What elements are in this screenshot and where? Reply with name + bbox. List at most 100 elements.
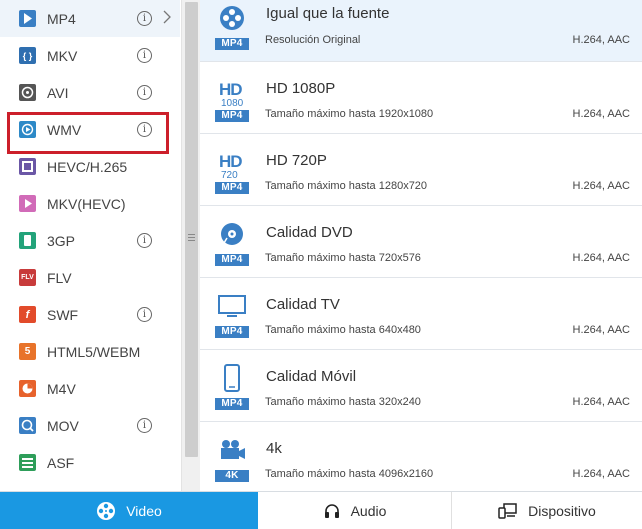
preset-resolution: Tamaño máximo hasta 720x576 — [265, 252, 421, 264]
format-item-avi[interactable]: AVI i — [0, 74, 180, 111]
preset-codec: H.264, AAC — [572, 108, 630, 120]
format-label: AVI — [47, 84, 69, 101]
info-icon[interactable]: i — [137, 122, 152, 137]
preset-codec: H.264, AAC — [572, 252, 630, 264]
format-badge: MP4 — [215, 398, 249, 410]
scrollbar-grip-icon — [188, 234, 195, 241]
hd-text: HD — [219, 152, 243, 171]
preset-item[interactable]: MP4 Calidad Móvil Tamaño máximo hasta 320x… — [200, 350, 642, 422]
format-badge: MP4 — [215, 182, 249, 194]
format-item-3gp[interactable]: 3GP i — [0, 222, 180, 259]
preset-title: Calidad DVD — [266, 224, 353, 241]
wmv-icon — [19, 121, 36, 138]
preset-list: MP4 Igual que la fuente Resolución Origina… — [200, 0, 642, 491]
info-icon[interactable]: i — [137, 418, 152, 433]
mov-icon — [19, 417, 36, 434]
preset-resolution: Tamaño máximo hasta 1920x1080 — [265, 108, 434, 120]
flv-icon: FLV — [19, 269, 36, 286]
preset-codec: H.264, AAC — [572, 34, 630, 46]
tab-video-label: Video — [126, 503, 162, 519]
format-label: ASF — [47, 454, 75, 471]
format-item-asf[interactable]: ASF — [0, 444, 180, 481]
preset-item[interactable]: MP4 Igual que la fuente Resolución Origina… — [200, 0, 642, 62]
mp4-icon — [19, 10, 36, 27]
preset-codec: H.264, AAC — [572, 396, 630, 408]
format-item-mp4[interactable]: MP4 i — [0, 0, 180, 37]
preset-resolution: Tamaño máximo hasta 640x480 — [265, 324, 421, 336]
m4v-icon — [19, 380, 36, 397]
preset-title: Igual que la fuente — [266, 5, 390, 22]
format-item-swf[interactable]: f SWF i — [0, 296, 180, 333]
hevc-icon — [19, 158, 36, 175]
mkv-hevc-icon — [19, 195, 36, 212]
preset-title: 4k — [266, 440, 282, 457]
format-item-wmv[interactable]: WMV i — [0, 111, 180, 148]
format-item-mkv-hevc[interactable]: MKV(HEVC) — [0, 185, 180, 222]
category-tabs: Video Audio Dispositivo — [0, 491, 642, 529]
format-label: HEVC/H.265 — [47, 158, 128, 175]
info-icon[interactable]: i — [137, 85, 152, 100]
preset-item[interactable]: HD 1080 MP4 HD 1080P Tamaño máximo hasta 192… — [200, 62, 642, 134]
info-icon[interactable]: i — [137, 233, 152, 248]
format-item-mov[interactable]: MOV i — [0, 407, 180, 444]
avi-icon — [19, 84, 36, 101]
format-item-html5-webm[interactable]: 5 HTML5/WEBM — [0, 333, 180, 370]
format-label: 3GP — [47, 232, 76, 249]
format-badge: MP4 — [215, 326, 249, 338]
format-label: FLV — [47, 269, 72, 286]
html5-icon: 5 — [19, 343, 36, 360]
preset-item[interactable]: HD 720 MP4 HD 720P Tamaño máximo hasta 1280x… — [200, 134, 642, 206]
headphones-icon — [323, 502, 341, 520]
mkv-icon: { } — [19, 47, 36, 64]
hd-resolution-text: 720 — [221, 170, 238, 181]
preset-codec: H.264, AAC — [572, 324, 630, 336]
tab-device-label: Dispositivo — [528, 503, 596, 519]
preset-title: Calidad TV — [266, 296, 340, 313]
scrollbar-thumb[interactable] — [185, 2, 198, 457]
format-label: MKV(HEVC) — [47, 195, 126, 212]
tab-audio[interactable]: Audio — [258, 492, 452, 529]
tab-audio-label: Audio — [350, 503, 387, 519]
preset-codec: H.264, AAC — [572, 468, 630, 480]
format-badge: 4K — [215, 470, 249, 482]
preset-resolution: Tamaño máximo hasta 1280x720 — [265, 180, 428, 192]
format-item-hevc-h-265[interactable]: HEVC/H.265 — [0, 148, 180, 185]
format-badge: MP4 — [215, 110, 249, 122]
format-list-scrollbar[interactable] — [181, 0, 200, 491]
format-list: MP4 i { } MKV i AVI i WMV i HEVC/H.265 MKV(HEVC) 3G… — [0, 0, 180, 481]
asf-icon — [19, 454, 36, 471]
info-icon[interactable]: i — [137, 307, 152, 322]
format-label: WMV — [47, 121, 82, 138]
format-label: SWF — [47, 306, 79, 323]
devices-icon — [498, 502, 518, 520]
format-label: MKV — [47, 47, 78, 64]
preset-item[interactable]: MP4 Calidad DVD Tamaño máximo hasta 720x57… — [200, 206, 642, 278]
format-item-mkv[interactable]: { } MKV i — [0, 37, 180, 74]
format-badge: MP4 — [215, 254, 249, 266]
format-label: M4V — [47, 380, 76, 397]
film-reel-icon — [96, 501, 116, 521]
preset-resolution: Resolución Original — [265, 34, 361, 46]
tab-video[interactable]: Video — [0, 492, 258, 529]
format-label: MP4 — [47, 10, 76, 27]
preset-resolution: Tamaño máximo hasta 320x240 — [265, 396, 421, 408]
format-item-m4v[interactable]: M4V — [0, 370, 180, 407]
preset-title: HD 720P — [266, 152, 327, 169]
preset-title: Calidad Móvil — [266, 368, 357, 385]
3gp-icon — [19, 232, 36, 249]
preset-resolution: Tamaño máximo hasta 4096x2160 — [265, 468, 434, 480]
hd-text: HD — [219, 80, 243, 99]
preset-title: HD 1080P — [266, 80, 336, 97]
format-sidebar: MP4 i { } MKV i AVI i WMV i HEVC/H.265 MKV(HEVC) 3G… — [0, 0, 200, 491]
preset-item[interactable]: 4K 4k Tamaño máximo hasta 4096x2160 H.264, … — [200, 422, 642, 491]
tab-device[interactable]: Dispositivo — [452, 492, 642, 529]
preset-codec: H.264, AAC — [572, 180, 630, 192]
preset-item[interactable]: MP4 Calidad TV Tamaño máximo hasta 640x480… — [200, 278, 642, 350]
chevron-right-icon — [163, 10, 171, 27]
format-label: HTML5/WEBM — [47, 343, 141, 360]
info-icon[interactable]: i — [137, 11, 152, 26]
format-badge: MP4 — [215, 38, 249, 50]
format-item-flv[interactable]: FLV FLV — [0, 259, 180, 296]
swf-icon: f — [19, 306, 36, 323]
info-icon[interactable]: i — [137, 48, 152, 63]
